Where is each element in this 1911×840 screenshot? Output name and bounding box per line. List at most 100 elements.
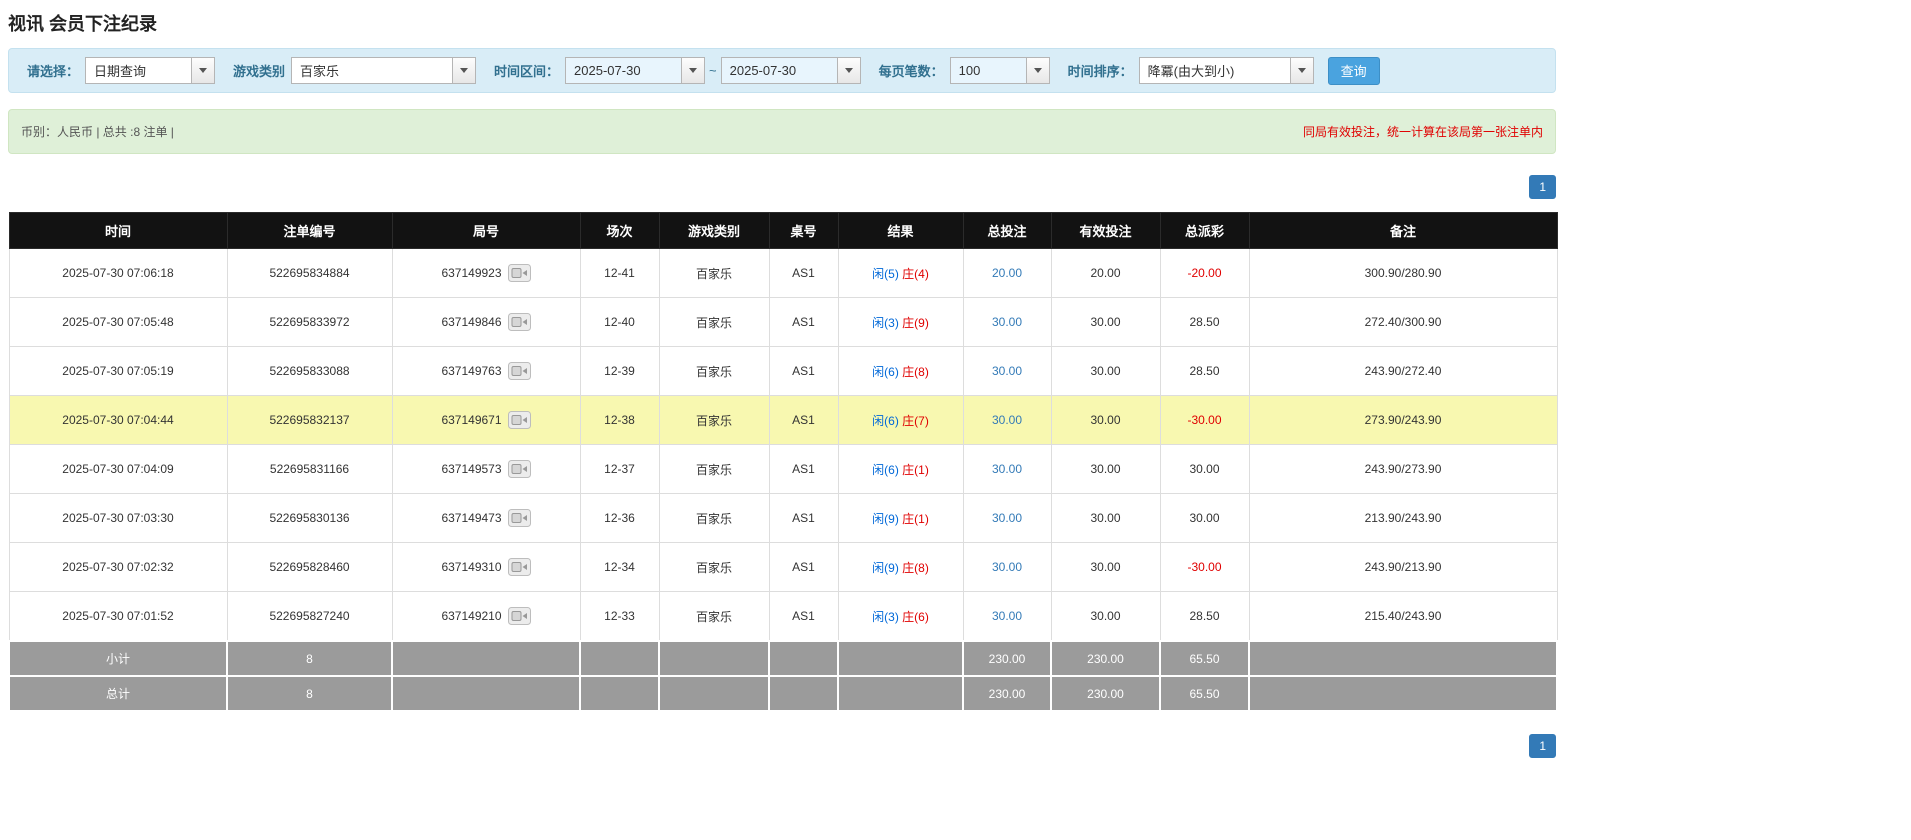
cell-round-id: 637149763 <box>392 347 580 396</box>
summary-empty <box>580 676 659 711</box>
cell-valid-bet: 30.00 <box>1051 494 1160 543</box>
cell-total-bet: 30.00 <box>963 543 1051 592</box>
game-type-input[interactable] <box>292 58 452 83</box>
cell-total-bet: 30.00 <box>963 445 1051 494</box>
cell-session: 12-39 <box>580 347 659 396</box>
query-type-input[interactable] <box>86 58 191 83</box>
summary-empty <box>838 676 963 711</box>
column-header: 游戏类别 <box>659 213 769 249</box>
cell-total-bet: 30.00 <box>963 592 1051 642</box>
total-bet-link[interactable]: 30.00 <box>992 462 1022 476</box>
cell-time: 2025-07-30 07:01:52 <box>9 592 227 642</box>
result-banker: 庄(8) <box>902 365 929 379</box>
sort-label: 时间排序： <box>1068 61 1133 80</box>
cell-session: 12-33 <box>580 592 659 642</box>
game-type-select[interactable] <box>291 57 476 84</box>
cell-bet-id: 522695833088 <box>227 347 392 396</box>
round-video-button[interactable] <box>508 509 531 527</box>
pagination-page-1[interactable]: 1 <box>1529 734 1556 758</box>
query-type-dropdown-button[interactable] <box>191 58 214 83</box>
cell-session: 12-41 <box>580 249 659 298</box>
date-from-dropdown-button[interactable] <box>681 58 704 83</box>
summary-empty <box>769 641 838 676</box>
cell-payout: -20.00 <box>1160 249 1249 298</box>
round-video-button[interactable] <box>508 264 531 282</box>
game-type-dropdown-button[interactable] <box>452 58 475 83</box>
cell-round-id: 637149671 <box>392 396 580 445</box>
total-bet-link[interactable]: 30.00 <box>992 609 1022 623</box>
date-to-dropdown-button[interactable] <box>837 58 860 83</box>
video-replay-icon <box>508 313 531 331</box>
cell-game-type: 百家乐 <box>659 298 769 347</box>
summary-valid-bet: 230.00 <box>1051 641 1160 676</box>
sort-dropdown-button[interactable] <box>1290 58 1313 83</box>
search-button[interactable]: 查询 <box>1328 57 1380 85</box>
chevron-down-icon <box>199 68 207 73</box>
sort-input[interactable] <box>1140 58 1290 83</box>
total-bet-link[interactable]: 30.00 <box>992 413 1022 427</box>
video-replay-icon <box>508 362 531 380</box>
total-bet-link[interactable]: 30.00 <box>992 364 1022 378</box>
page-size-label: 每页笔数： <box>879 61 944 80</box>
round-video-button[interactable] <box>508 558 531 576</box>
payout-value: -30.00 <box>1187 560 1221 574</box>
summary-payout: 65.50 <box>1160 641 1249 676</box>
cell-time: 2025-07-30 07:04:44 <box>9 396 227 445</box>
round-video-button[interactable] <box>508 607 531 625</box>
round-video-button[interactable] <box>508 313 531 331</box>
cell-result: 闲(6) 庄(8) <box>838 347 963 396</box>
cell-result: 闲(9) 庄(8) <box>838 543 963 592</box>
cell-game-type: 百家乐 <box>659 396 769 445</box>
video-replay-icon <box>508 460 531 478</box>
table-row: 2025-07-30 07:02:32522695828460637149310… <box>9 543 1557 592</box>
column-header: 总投注 <box>963 213 1051 249</box>
video-replay-icon <box>508 264 531 282</box>
page-size-select[interactable] <box>950 57 1050 84</box>
result-player: 闲(9) <box>872 561 899 575</box>
cell-round-id: 637149210 <box>392 592 580 642</box>
cell-valid-bet: 30.00 <box>1051 298 1160 347</box>
cell-session: 12-36 <box>580 494 659 543</box>
game-type-label: 游戏类别 <box>233 61 285 80</box>
video-replay-icon <box>508 607 531 625</box>
cell-payout: -30.00 <box>1160 396 1249 445</box>
date-to-input[interactable] <box>722 58 837 83</box>
cell-result: 闲(6) 庄(1) <box>838 445 963 494</box>
cell-payout: 28.50 <box>1160 298 1249 347</box>
total-bet-link[interactable]: 30.00 <box>992 560 1022 574</box>
summary-count: 8 <box>227 641 392 676</box>
summary-empty <box>1249 641 1557 676</box>
summary-empty <box>580 641 659 676</box>
date-from-select[interactable] <box>565 57 705 84</box>
page-size-input[interactable] <box>951 58 1026 83</box>
query-type-select[interactable] <box>85 57 215 84</box>
pagination-page-1[interactable]: 1 <box>1529 175 1556 199</box>
table-row: 2025-07-30 07:06:18522695834884637149923… <box>9 249 1557 298</box>
total-bet-link[interactable]: 30.00 <box>992 315 1022 329</box>
video-replay-icon <box>508 558 531 576</box>
total-bet-link[interactable]: 30.00 <box>992 511 1022 525</box>
cell-remark: 243.90/213.90 <box>1249 543 1557 592</box>
total-bet-link[interactable]: 20.00 <box>992 266 1022 280</box>
cell-table-no: AS1 <box>769 494 838 543</box>
cell-time: 2025-07-30 07:02:32 <box>9 543 227 592</box>
result-player: 闲(6) <box>872 414 899 428</box>
cell-game-type: 百家乐 <box>659 592 769 642</box>
date-to-select[interactable] <box>721 57 861 84</box>
round-video-button[interactable] <box>508 460 531 478</box>
cell-total-bet: 20.00 <box>963 249 1051 298</box>
cell-bet-id: 522695828460 <box>227 543 392 592</box>
table-row: 2025-07-30 07:04:09522695831166637149573… <box>9 445 1557 494</box>
sort-select[interactable] <box>1139 57 1314 84</box>
payout-value: -20.00 <box>1187 266 1221 280</box>
page-size-dropdown-button[interactable] <box>1026 58 1049 83</box>
summary-empty <box>659 676 769 711</box>
round-video-button[interactable] <box>508 411 531 429</box>
records-table-head: 时间注单编号局号场次游戏类别桌号结果总投注有效投注总派彩备注 <box>9 213 1557 249</box>
column-header: 注单编号 <box>227 213 392 249</box>
page-size-filter: 每页笔数： <box>871 57 1050 84</box>
round-video-button[interactable] <box>508 362 531 380</box>
date-from-input[interactable] <box>566 58 681 83</box>
currency-total-info: 币别：人民币 | 总共 :8 注单 | <box>21 123 174 140</box>
cell-result: 闲(3) 庄(6) <box>838 592 963 642</box>
